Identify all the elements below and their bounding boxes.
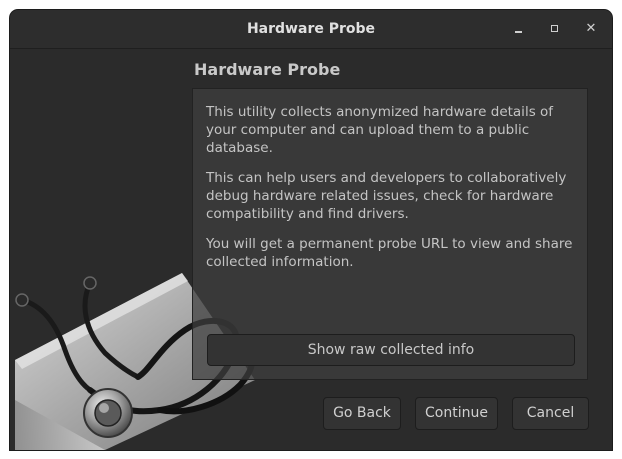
cancel-button[interactable]: Cancel bbox=[512, 397, 589, 430]
maximize-button[interactable] bbox=[545, 19, 565, 39]
info-paragraph-2: This can help users and developers to co… bbox=[206, 170, 567, 222]
info-panel: This utility collects anonymized hardwar… bbox=[192, 88, 588, 380]
info-paragraph-1: This utility collects anonymized hardwar… bbox=[206, 104, 554, 156]
show-raw-info-button[interactable]: Show raw collected info bbox=[207, 334, 575, 366]
info-paragraph-3: You will get a permanent probe URL to vi… bbox=[206, 236, 573, 270]
minimize-button[interactable] bbox=[509, 19, 529, 39]
continue-button[interactable]: Continue bbox=[415, 397, 498, 430]
page-heading: Hardware Probe bbox=[194, 60, 341, 79]
title-bar[interactable]: Hardware Probe ✕ bbox=[10, 10, 612, 49]
maximize-icon bbox=[551, 25, 558, 32]
close-button[interactable]: ✕ bbox=[581, 19, 601, 39]
close-icon: ✕ bbox=[585, 21, 597, 36]
minimize-icon bbox=[515, 31, 522, 33]
go-back-button[interactable]: Go Back bbox=[323, 397, 401, 430]
app-window: Hardware Probe ✕ Hardware Probe This uti… bbox=[10, 10, 612, 450]
